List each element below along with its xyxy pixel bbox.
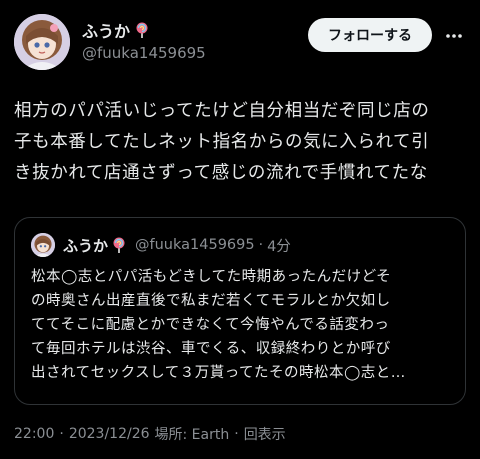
view-count: 回表示	[243, 427, 286, 443]
quoted-tweet-header: ふうか @fuuka1459695 · 4分	[31, 232, 291, 258]
tweet-text-line: き抜かれて店通さずって感じの流れで手慣れてたな	[14, 163, 428, 183]
lollipop-icon	[111, 237, 127, 253]
author-display-name: ふうか	[82, 22, 131, 41]
quoted-timestamp: 4分	[267, 238, 291, 255]
quoted-avatar	[31, 233, 55, 257]
tweet-text-line: 子も本番してたしネット指名からの気に入られて引	[14, 132, 430, 152]
lollipop-icon	[134, 22, 150, 38]
tweet-header: ふうか @fuuka1459695 フォローする	[14, 14, 466, 74]
tweet-meta: 22:00 · 2023/12/26 場所: Earth · 回表示	[14, 424, 286, 444]
quoted-separator: ·	[258, 237, 264, 253]
tweet-text-line: 相方のパパ活いじってたけど自分相当だぞ同じ店の	[14, 101, 430, 121]
follow-button[interactable]: フォローする	[308, 18, 432, 52]
meta-separator: ·	[234, 426, 239, 442]
meta-separator: ·	[59, 426, 64, 442]
author-handle[interactable]: @fuuka1459695	[82, 44, 206, 62]
tweet-location: 場所: Earth	[154, 427, 230, 443]
tweet-text: 相方のパパ活いじってたけど自分相当だぞ同じ店の 子も本番してたしネット指名からの…	[14, 96, 466, 189]
quoted-tweet-text: 松本◯志とパパ活もどきしてた時期あったんだけどそ の時奥さん出産直後で私まだ若く…	[31, 265, 455, 385]
author-block[interactable]: ふうか @fuuka1459695	[82, 20, 206, 62]
quoted-text-line: 出されてセックスして３万貰ってたその時松本◯志と…	[31, 365, 406, 381]
quoted-handle: @fuuka1459695	[135, 237, 255, 253]
tweet-page: ふうか @fuuka1459695 フォローする 相方のパパ活いじってたけど自分…	[0, 0, 480, 459]
quoted-text-line: の時奥さん出産直後で私まだ若くてモラルとか欠如し	[31, 293, 391, 309]
quoted-text-line: ててそこに配慮とかできなくて今悔やんでる話変わっ	[31, 317, 390, 333]
quoted-text-line: て毎回ホテルは渋谷、車でくる、収録終わりとか呼び	[31, 341, 391, 357]
avatar[interactable]	[14, 14, 70, 70]
author-name[interactable]: ふうか	[82, 20, 206, 41]
quoted-author-name: ふうか	[63, 235, 127, 256]
quoted-tweet[interactable]: ふうか @fuuka1459695 · 4分 松本◯志とパパ活もどきしてた時期あ…	[14, 217, 466, 405]
more-horizontal-icon[interactable]	[442, 24, 466, 48]
tweet-date[interactable]: 2023/12/26	[69, 426, 150, 442]
tweet-time[interactable]: 22:00	[14, 426, 54, 442]
quoted-text-line: 松本◯志とパパ活もどきしてた時期あったんだけどそ	[31, 269, 392, 285]
quoted-display-name: ふうか	[63, 236, 109, 255]
